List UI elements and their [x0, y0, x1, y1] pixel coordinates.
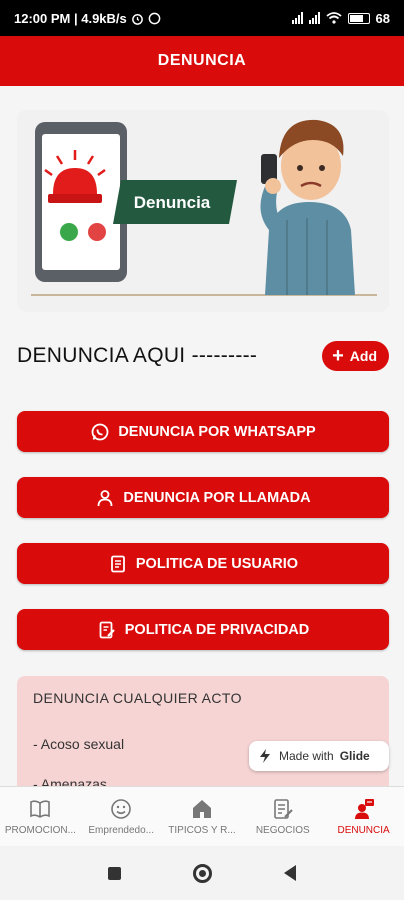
glide-badge-text: Made with [279, 749, 334, 763]
main-content[interactable]: Denuncia DENUNCIA AQUI --------- + Add D… [0, 86, 404, 786]
person-icon [98, 489, 113, 506]
nav-label: DENUNCIA [337, 825, 390, 836]
section-title: DENUNCIA AQUI --------- [17, 344, 258, 367]
app-bar: DENUNCIA [0, 36, 404, 86]
nav-item-promociones[interactable]: PROMOCION... [0, 787, 81, 846]
status-left: 12:00 PM | 4.9kB/s [14, 11, 161, 26]
glide-logo-icon [260, 749, 270, 763]
smiley-icon [111, 799, 131, 819]
page-title: DENUNCIA [157, 52, 247, 69]
notes-icon [273, 799, 293, 819]
home-icon [192, 800, 211, 818]
made-with-glide-badge[interactable]: Made with Glide [249, 741, 389, 771]
nav-item-negocios[interactable]: NEGOCIOS [242, 787, 323, 846]
status-time: 12:00 PM | 4.9kB/s [14, 10, 127, 26]
report-icon [354, 799, 374, 819]
whatsapp-icon [91, 423, 109, 440]
add-label: Add [349, 348, 377, 364]
add-button[interactable]: + Add [322, 341, 389, 371]
battery-level: 68 [375, 10, 390, 26]
back-button[interactable] [284, 865, 296, 881]
nav-label: TIPICOS Y R... [168, 825, 236, 836]
status-bar: 12:00 PM | 4.9kB/s 68 [0, 0, 404, 36]
document-icon [110, 555, 125, 572]
whatsapp-report-label: DENUNCIA POR WHATSAPP [118, 423, 316, 440]
user-policy-button[interactable]: POLITICA DE USUARIO [17, 543, 389, 584]
call-report-label: DENUNCIA POR LLAMADA [123, 489, 311, 506]
info-item: - Amenazas [33, 776, 107, 786]
privacy-policy-label: POLITICA DE PRIVACIDAD [124, 621, 310, 638]
battery-icon [347, 12, 370, 24]
nav-item-emprendedores[interactable]: Emprendedo... [81, 787, 162, 846]
info-title: DENUNCIA CUALQUIER ACTO [33, 690, 242, 706]
document-edit-icon [99, 621, 115, 638]
hero-illustration: Denuncia [17, 110, 389, 312]
whatsapp-report-button[interactable]: DENUNCIA POR WHATSAPP [17, 411, 389, 452]
hero-image: Denuncia [17, 110, 389, 312]
user-policy-label: POLITICA DE USUARIO [135, 555, 299, 572]
nav-label: PROMOCION... [4, 825, 76, 836]
nav-item-tipicos[interactable]: TIPICOS Y R... [162, 787, 243, 846]
section-header: DENUNCIA AQUI --------- + Add [17, 340, 389, 372]
nav-label: Emprendedo... [88, 825, 154, 836]
whatsapp-status-icon [148, 12, 161, 24]
system-nav-bar [0, 846, 404, 900]
wifi-icon [325, 12, 342, 24]
home-button[interactable] [193, 863, 212, 883]
privacy-policy-button[interactable]: POLITICA DE PRIVACIDAD [17, 609, 389, 650]
signal-icon [291, 12, 303, 24]
signal-icon-2 [308, 12, 320, 24]
call-report-button[interactable]: DENUNCIA POR LLAMADA [17, 477, 389, 518]
bottom-nav: PROMOCION... Emprendedo... TIPICOS Y R..… [0, 786, 404, 846]
nav-label: NEGOCIOS [255, 825, 310, 836]
glide-badge-brand: Glide [339, 749, 370, 763]
alarm-icon [131, 13, 143, 25]
status-right: 68 [291, 10, 390, 26]
recent-apps-button[interactable] [108, 866, 121, 880]
book-icon [30, 800, 51, 818]
hero-sign-text: Denuncia [134, 193, 211, 212]
plus-icon: + [332, 345, 344, 367]
nav-item-denuncia[interactable]: DENUNCIA [323, 787, 404, 846]
